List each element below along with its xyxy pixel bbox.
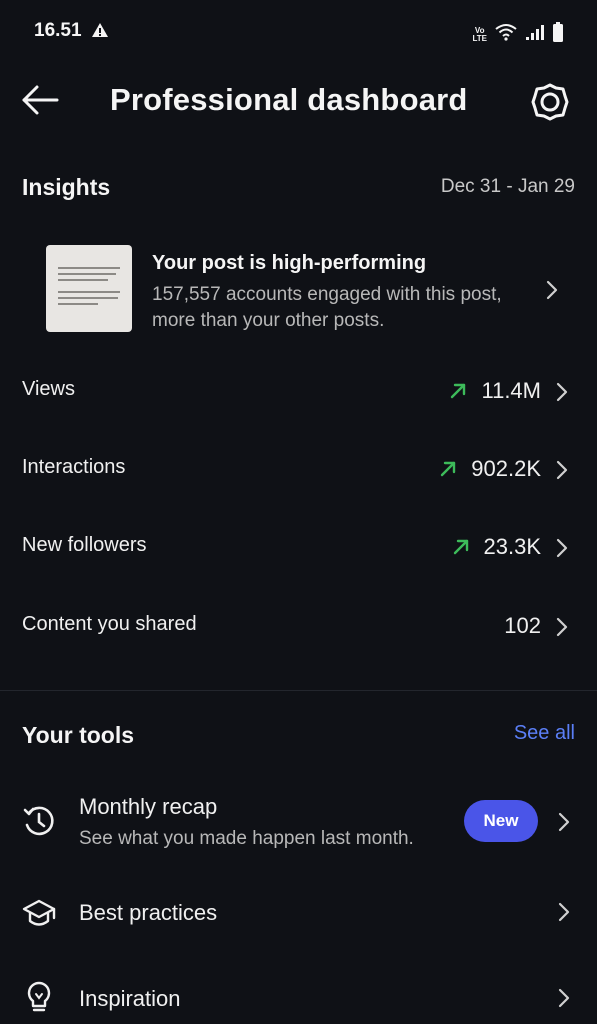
- volte-indicator: Vo LTE: [472, 26, 487, 43]
- app-header: Professional dashboard: [0, 70, 597, 130]
- metric-row-content-shared[interactable]: Content you shared 102: [0, 597, 597, 657]
- metric-value: 102: [504, 613, 541, 638]
- chevron-right-icon: [556, 460, 568, 480]
- post-card-title: Your post is high-performing: [152, 252, 427, 274]
- metric-value: 23.3K: [483, 534, 542, 559]
- graduation-cap-icon: [22, 899, 56, 926]
- new-badge: New: [464, 800, 538, 842]
- signal-icon: [525, 23, 545, 46]
- tool-best-practices[interactable]: Best practices: [0, 886, 597, 942]
- metric-label: New followers: [22, 534, 147, 556]
- chevron-right-icon: [556, 382, 568, 402]
- back-arrow-icon[interactable]: [20, 84, 60, 116]
- tool-title: Inspiration: [79, 986, 181, 1011]
- status-bar: 16.51 Vo LTE: [0, 0, 597, 62]
- tool-inspiration[interactable]: Inspiration: [0, 970, 597, 1024]
- chevron-right-icon: [558, 988, 570, 1008]
- tool-subtitle: See what you made happen last month.: [79, 828, 414, 849]
- metric-row-interactions[interactable]: Interactions 902.2K: [0, 440, 597, 500]
- chevron-right-icon: [556, 538, 568, 558]
- high-performing-post-card[interactable]: Your post is high-performing 157,557 acc…: [0, 232, 597, 344]
- metric-value-group: 902.2K: [439, 456, 541, 482]
- metric-row-views[interactable]: Views 11.4M: [0, 362, 597, 422]
- trend-up-icon: [451, 383, 466, 399]
- metric-label: Views: [22, 378, 75, 400]
- tool-title: Best practices: [79, 900, 218, 925]
- metric-value-group: 102: [504, 613, 541, 639]
- metric-value-group: 11.4M: [449, 378, 541, 404]
- trend-up-icon: [453, 539, 468, 555]
- metric-label: Content you shared: [22, 613, 197, 635]
- trend-up-icon: [441, 461, 456, 477]
- chevron-right-icon: [546, 280, 558, 300]
- post-card-description: 157,557 accounts engaged with this post,…: [152, 284, 502, 331]
- warning-icon: [91, 22, 109, 43]
- metric-row-new-followers[interactable]: New followers 23.3K: [0, 518, 597, 578]
- chevron-right-icon: [558, 902, 570, 922]
- chevron-right-icon: [556, 617, 568, 637]
- battery-icon: [553, 22, 563, 47]
- settings-gear-icon[interactable]: [530, 82, 570, 122]
- post-thumbnail: [46, 245, 132, 332]
- insights-heading: Insights: [22, 174, 111, 200]
- metric-value: 902.2K: [471, 456, 541, 481]
- section-divider: [0, 690, 597, 691]
- metric-value: 11.4M: [481, 378, 541, 403]
- lightbulb-icon: [27, 981, 51, 1012]
- status-time: 16.51: [34, 20, 82, 41]
- status-icons: Vo LTE: [472, 22, 563, 47]
- tool-title: Monthly recap: [79, 794, 218, 819]
- wifi-icon: [495, 23, 517, 46]
- your-tools-heading: Your tools: [22, 722, 135, 748]
- date-range[interactable]: Dec 31 - Jan 29: [441, 176, 575, 198]
- metric-value-group: 23.3K: [452, 534, 542, 560]
- volte-line2: LTE: [472, 33, 487, 43]
- chevron-right-icon: [558, 812, 570, 832]
- recap-icon: [23, 806, 54, 836]
- metric-label: Interactions: [22, 456, 126, 478]
- page-title: Professional dashboard: [110, 82, 468, 117]
- see-all-link[interactable]: See all: [514, 722, 575, 745]
